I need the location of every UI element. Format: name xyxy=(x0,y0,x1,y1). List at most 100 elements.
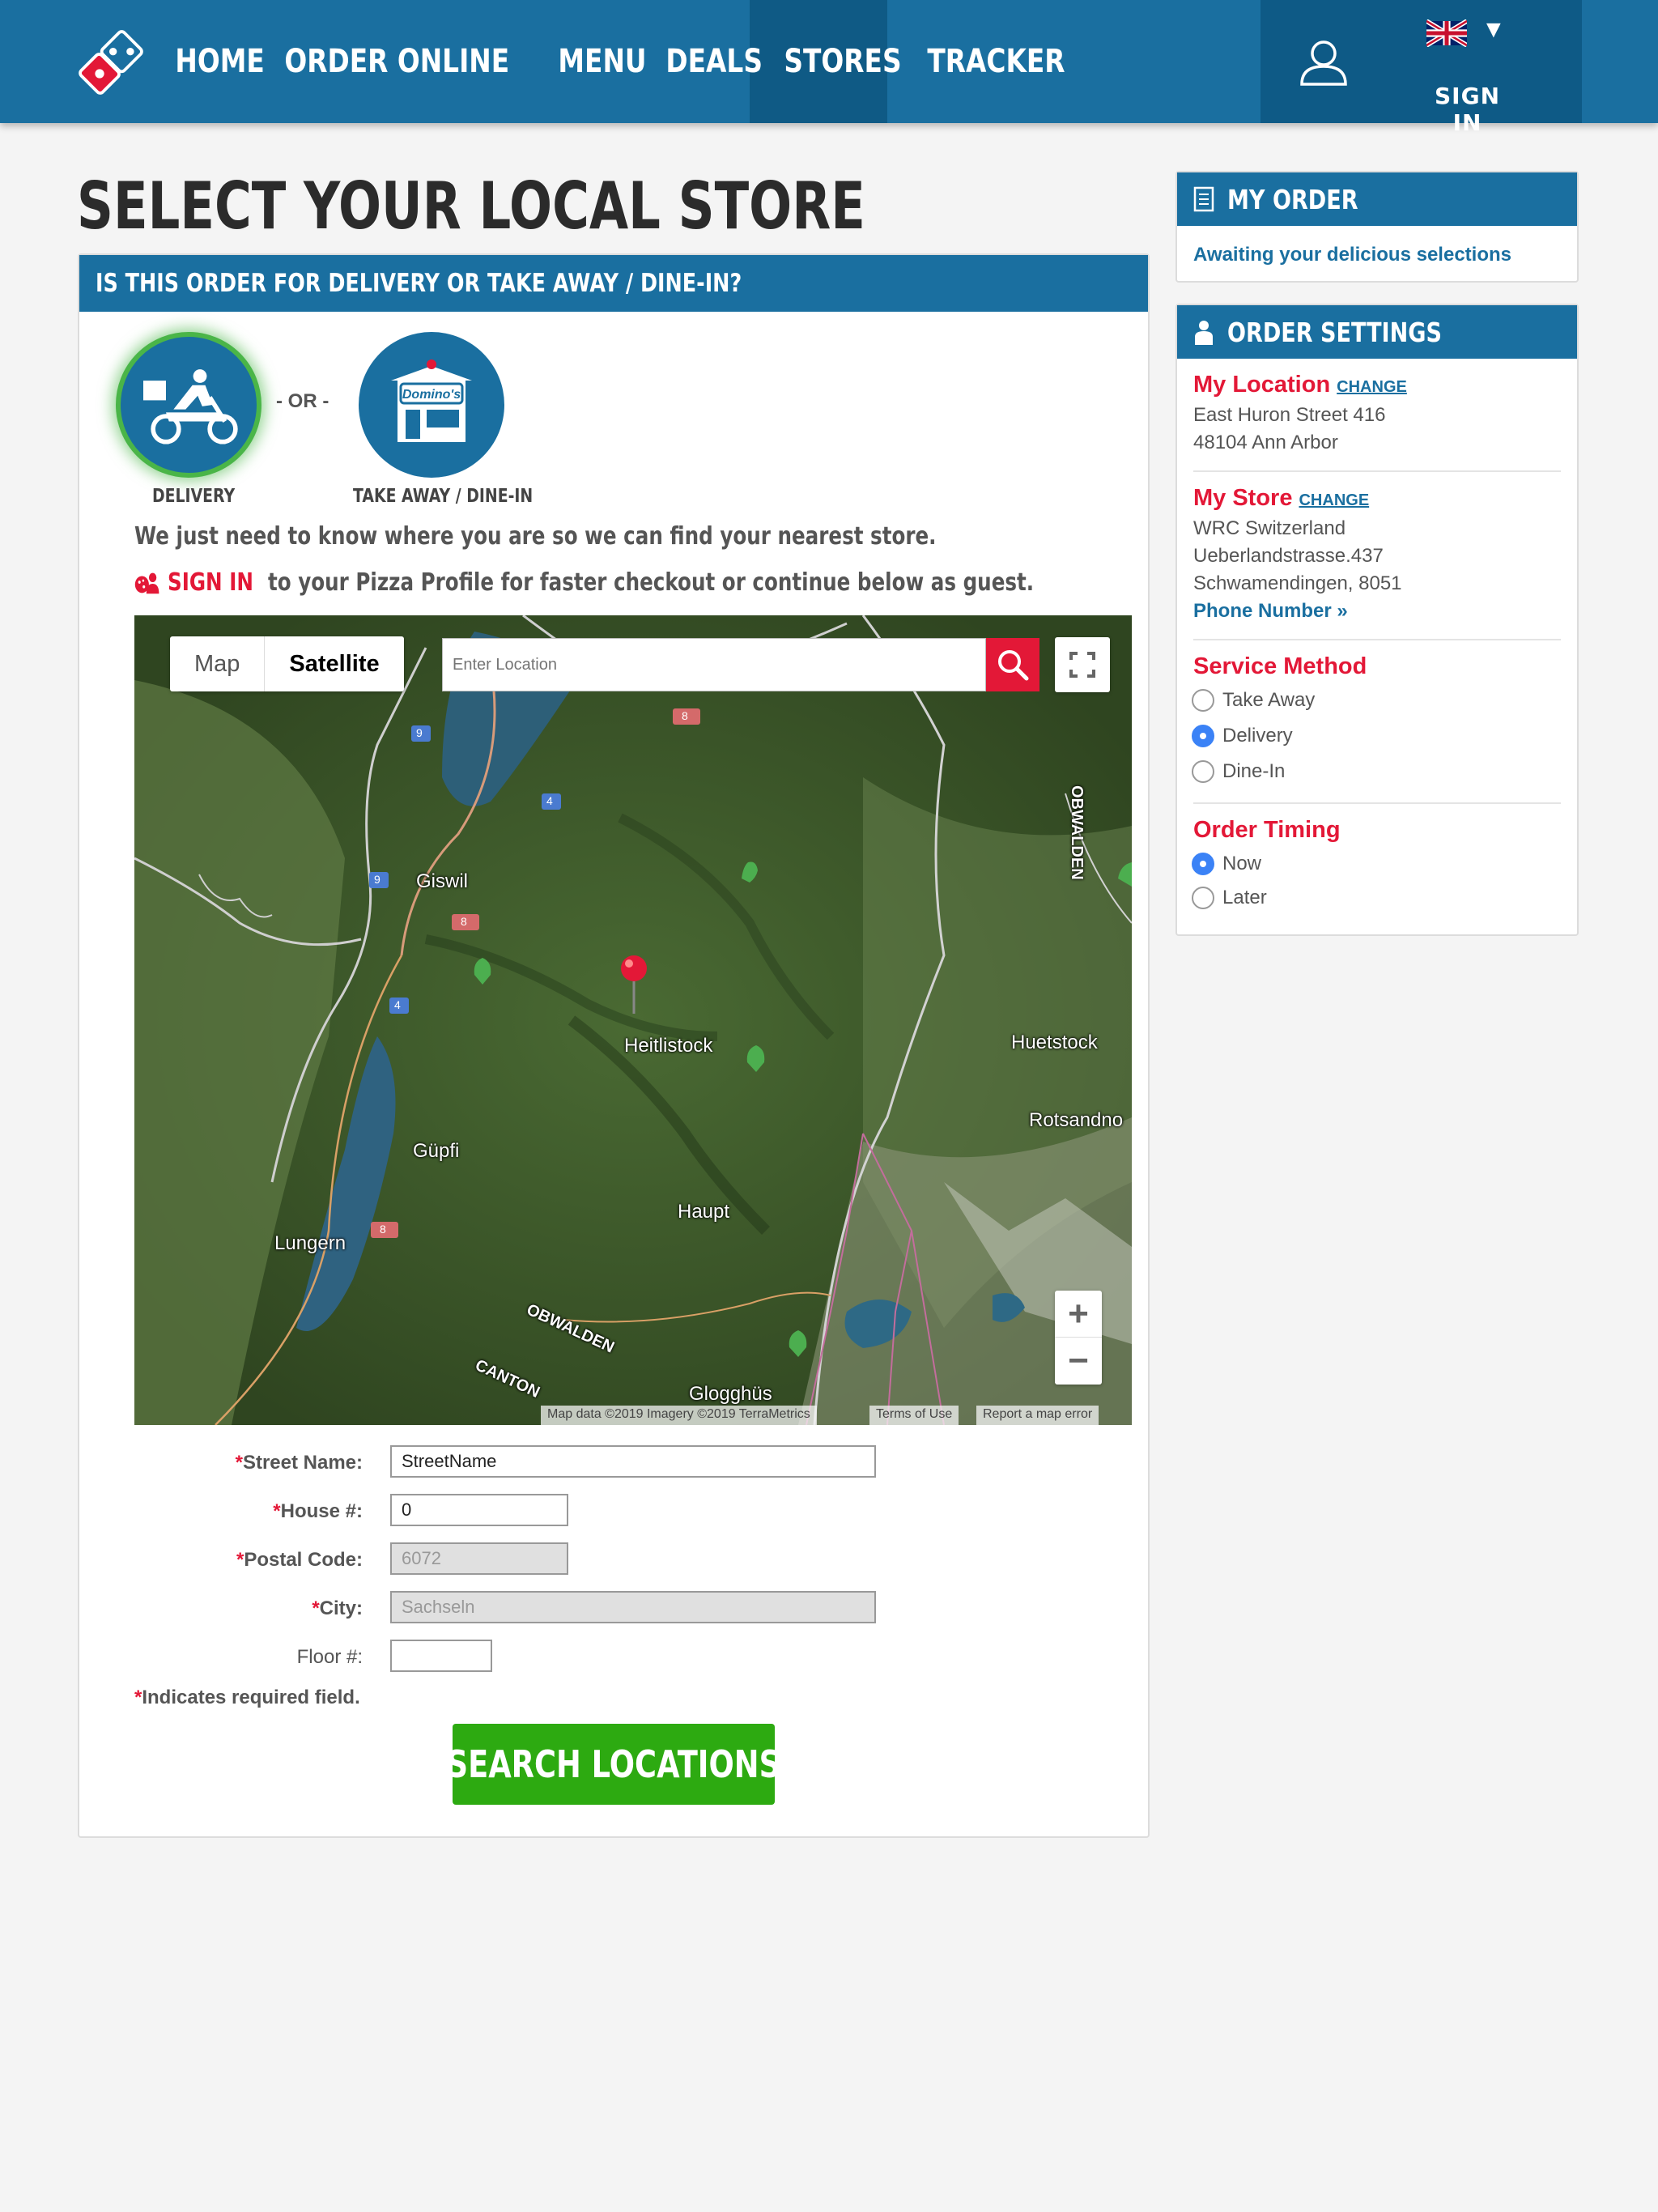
street-name-label: *Street Name: xyxy=(236,1452,363,1474)
street-name-label-text: Street Name: xyxy=(242,1452,363,1474)
uk-flag-icon[interactable] xyxy=(1426,19,1467,47)
house-number-label-text: House #: xyxy=(280,1500,363,1522)
road-shield-9-north: 9 xyxy=(416,726,423,739)
location-address-line-2: 48104 Ann Arbor xyxy=(1193,432,1338,453)
nav-tracker[interactable]: TRACKER xyxy=(914,0,1078,123)
or-separator: - OR - xyxy=(276,390,329,412)
city-label: *City: xyxy=(312,1597,363,1620)
store-phone-link[interactable]: Phone Number » xyxy=(1193,600,1348,623)
postal-code-label: *Postal Code: xyxy=(236,1549,363,1572)
fullscreen-icon xyxy=(1069,652,1095,678)
postal-code-row: *Postal Code: xyxy=(79,1542,1148,1575)
zoom-in-button[interactable]: + xyxy=(1055,1291,1102,1338)
search-locations-button[interactable]: SEARCH LOCATIONS xyxy=(447,1724,780,1805)
map-view-button[interactable]: Map xyxy=(170,636,266,691)
delivery-option-button[interactable] xyxy=(116,332,261,478)
store-city: Schwamendingen, 8051 xyxy=(1193,572,1402,594)
location-intro-text: We just need to know where you are so we… xyxy=(134,522,937,551)
nav-stores[interactable]: STORES xyxy=(771,0,915,123)
sign-in-link[interactable]: SIGN IN xyxy=(168,568,253,597)
city-input xyxy=(390,1591,876,1623)
sign-in-prompt: SIGN IN to your Pizza Profile for faster… xyxy=(134,568,1034,597)
map-zoom-controls: + − xyxy=(1055,1291,1102,1385)
road-shield-4-north: 4 xyxy=(546,794,553,807)
map-label-heitlistock: Heitlistock xyxy=(624,1035,713,1057)
road-shield-8-middle: 8 xyxy=(461,915,467,928)
service-option-label: Take Away xyxy=(1222,689,1316,711)
takeaway-option-button[interactable]: Domino's xyxy=(359,332,504,478)
map-label-giswil: Giswil xyxy=(416,870,468,892)
top-navigation-bar: HOME ORDER ONLINE MENU DEALS STORES TRAC… xyxy=(0,0,1658,136)
map-terms-link[interactable]: Terms of Use xyxy=(869,1406,959,1425)
nav-menu[interactable]: MENU xyxy=(545,0,660,123)
dominos-logo-icon[interactable] xyxy=(73,24,149,100)
city-label-text: City: xyxy=(319,1597,363,1619)
store-locator-card: IS THIS ORDER FOR DELIVERY OR TAKE AWAY … xyxy=(78,253,1150,1838)
timing-option-label: Now xyxy=(1222,853,1262,874)
city-row: *City: xyxy=(79,1591,1148,1623)
map-label-huetstock: Huetstock xyxy=(1011,1032,1098,1053)
map-label-haupt: Haupt xyxy=(678,1201,730,1223)
header-sign-in-link[interactable]: SIGN IN xyxy=(1417,83,1518,136)
street-name-input[interactable] xyxy=(390,1445,876,1478)
timing-option-label: Later xyxy=(1222,887,1267,908)
page-title: SELECT YOUR LOCAL STORE xyxy=(77,168,865,244)
street-name-row: *Street Name: xyxy=(79,1445,1148,1478)
radio-button[interactable] xyxy=(1192,760,1214,783)
store-sign-text: Domino's xyxy=(402,388,461,402)
radio-button[interactable] xyxy=(1192,689,1214,712)
floor-number-label: Floor #: xyxy=(296,1646,363,1668)
floor-number-input[interactable] xyxy=(390,1640,492,1672)
service-option-label: Delivery xyxy=(1222,725,1293,747)
timing-option-later[interactable]: Later xyxy=(1192,886,1267,910)
fullscreen-button[interactable] xyxy=(1055,637,1110,692)
floor-number-row: Floor #: xyxy=(79,1640,1148,1672)
my-order-header: MY ORDER xyxy=(1177,172,1577,226)
change-store-link[interactable]: CHANGE xyxy=(1299,491,1369,509)
map-search-button[interactable] xyxy=(986,638,1039,691)
house-number-label: *House #: xyxy=(273,1500,363,1523)
order-settings-header: ORDER SETTINGS xyxy=(1177,305,1577,359)
service-option-delivery[interactable]: Delivery xyxy=(1192,724,1293,748)
order-settings-title: ORDER SETTINGS xyxy=(1227,316,1442,348)
nav-deals[interactable]: DEALS xyxy=(653,0,776,123)
change-location-link[interactable]: CHANGE xyxy=(1337,378,1407,396)
location-search-input[interactable] xyxy=(443,639,985,691)
sign-in-prompt-text: to your Pizza Profile for faster checkou… xyxy=(267,568,1035,597)
nav-order-online[interactable]: ORDER ONLINE xyxy=(271,0,523,123)
map-report-error-link[interactable]: Report a map error xyxy=(976,1406,1099,1425)
house-number-input[interactable] xyxy=(390,1494,568,1526)
road-shield-9-south: 9 xyxy=(374,873,380,886)
required-asterisk: * xyxy=(273,1500,281,1522)
my-store-heading: My Store CHANGE xyxy=(1193,485,1369,512)
map-label-obwalden-vertical: OBWALDEN xyxy=(1068,785,1086,880)
language-dropdown-caret-icon[interactable]: ▼ xyxy=(1482,16,1506,44)
required-field-note-text: Indicates required field. xyxy=(142,1687,360,1708)
user-account-icon[interactable] xyxy=(1295,34,1352,91)
satellite-map[interactable]: Giswil Heitlistock Huetstock Rotsandno G… xyxy=(134,615,1132,1425)
settings-divider xyxy=(1193,639,1561,640)
order-type-header-text: IS THIS ORDER FOR DELIVERY OR TAKE AWAY … xyxy=(96,269,742,298)
timing-option-now[interactable]: Now xyxy=(1192,852,1261,876)
required-field-note: *Indicates required field. xyxy=(134,1687,360,1709)
map-label-rotsandno: Rotsandno xyxy=(1029,1109,1124,1131)
road-shield-8-south: 8 xyxy=(380,1223,386,1236)
search-icon xyxy=(998,650,1029,681)
radio-button[interactable] xyxy=(1192,887,1214,909)
radio-button-selected[interactable] xyxy=(1192,853,1214,875)
person-icon xyxy=(1195,321,1213,345)
road-shield-8-north: 8 xyxy=(682,709,688,722)
store-front-icon: Domino's xyxy=(391,359,472,442)
radio-button-selected[interactable] xyxy=(1192,725,1214,747)
order-timing-title: Order Timing xyxy=(1193,817,1341,843)
zoom-out-button[interactable]: − xyxy=(1055,1338,1102,1385)
search-locations-label: SEARCH LOCATIONS xyxy=(446,1742,781,1786)
map-location-search xyxy=(442,638,986,691)
settings-divider xyxy=(1193,802,1561,804)
satellite-view-button[interactable]: Satellite xyxy=(265,636,403,691)
postal-code-input xyxy=(390,1542,568,1575)
store-name: WRC Switzerland xyxy=(1193,517,1346,539)
service-option-dine-in[interactable]: Dine-In xyxy=(1192,759,1285,784)
nav-home[interactable]: HOME xyxy=(162,0,278,123)
service-option-take-away[interactable]: Take Away xyxy=(1192,688,1315,713)
